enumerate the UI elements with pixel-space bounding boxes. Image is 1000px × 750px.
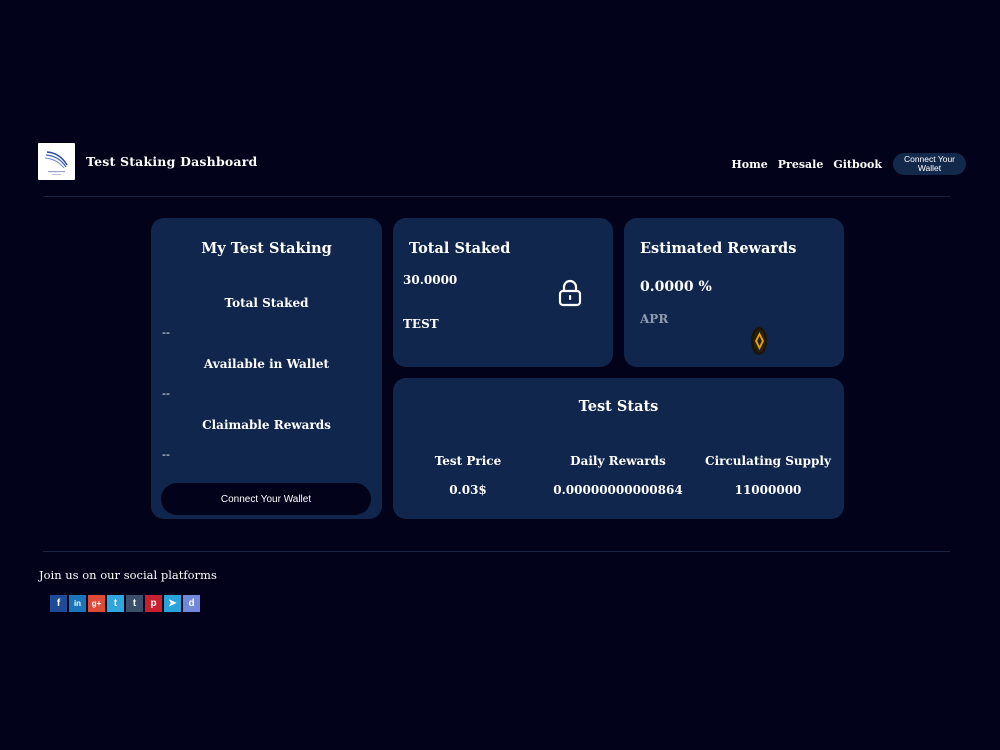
total-staked-token: TEST [403, 317, 439, 331]
claimable-rewards-value: -- [162, 448, 170, 461]
stat-value: 0.03$ [449, 483, 487, 497]
nav-gitbook-link[interactable]: Gitbook [833, 158, 882, 171]
nav-presale-link[interactable]: Presale [778, 158, 824, 171]
claimable-rewards-label: Claimable Rewards [202, 418, 331, 432]
total-staked-amount: 30.0000 [403, 273, 458, 287]
available-in-wallet-label: Available in Wallet [203, 357, 330, 371]
coin-icon [751, 327, 767, 355]
lock-icon [558, 279, 582, 307]
footer-divider [43, 551, 950, 552]
google-plus-icon[interactable]: g+ [88, 595, 105, 612]
pinterest-icon[interactable]: p [145, 595, 162, 612]
connect-wallet-button[interactable]: Connect Your Wallet [161, 483, 371, 515]
stat-label: Daily Rewards [570, 454, 666, 468]
total-staked-title: Total Staked [409, 240, 511, 257]
header: Test Staking Dashboard Home Presale Gitb… [38, 143, 966, 181]
stat-test-price: Test Price 0.03$ [393, 454, 543, 497]
stat-value: 0.00000000000864 [553, 483, 683, 497]
twitter-icon[interactable]: t [107, 595, 124, 612]
my-total-staked-label: Total Staked [224, 296, 309, 310]
social-links: f in g+ t t p ➤ d [50, 595, 202, 612]
test-stats-title: Test Stats [578, 398, 659, 415]
facebook-icon[interactable]: f [50, 595, 67, 612]
stat-label: Test Price [434, 454, 502, 468]
nav-home-link[interactable]: Home [731, 158, 767, 171]
available-in-wallet-value: -- [162, 387, 170, 400]
discord-icon[interactable]: d [183, 595, 200, 612]
test-stats-card: Test Stats Test Price 0.03$ Daily Reward… [393, 378, 844, 519]
linkedin-icon[interactable]: in [69, 595, 86, 612]
estimated-rewards-title: Estimated Rewards [640, 240, 797, 257]
blue-swoosh-logo-icon [44, 151, 68, 175]
stat-value: 11000000 [734, 483, 802, 497]
stat-circulating-supply: Circulating Supply 11000000 [693, 454, 843, 497]
logo[interactable] [38, 143, 75, 180]
my-total-staked-value: -- [162, 326, 170, 339]
apr-percent: 0.0000 % [640, 279, 712, 295]
main-nav: Home Presale Gitbook Connect Your Wallet [731, 153, 966, 175]
stat-daily-rewards: Daily Rewards 0.00000000000864 [543, 454, 693, 497]
total-staked-card: Total Staked 30.0000 TEST [393, 218, 613, 367]
header-divider [43, 196, 950, 197]
estimated-rewards-card: Estimated Rewards 0.0000 % APR [624, 218, 844, 367]
my-staking-title: My Test Staking [201, 240, 332, 257]
my-staking-card: My Test Staking Total Staked -- Availabl… [151, 218, 382, 519]
tumblr-icon[interactable]: t [126, 595, 143, 612]
app-title: Test Staking Dashboard [86, 154, 258, 169]
telegram-icon[interactable]: ➤ [164, 595, 181, 612]
apr-label: APR [640, 312, 669, 326]
stat-label: Circulating Supply [705, 454, 831, 468]
header-connect-wallet-button[interactable]: Connect Your Wallet [893, 153, 966, 175]
social-heading: Join us on our social platforms [39, 568, 217, 582]
